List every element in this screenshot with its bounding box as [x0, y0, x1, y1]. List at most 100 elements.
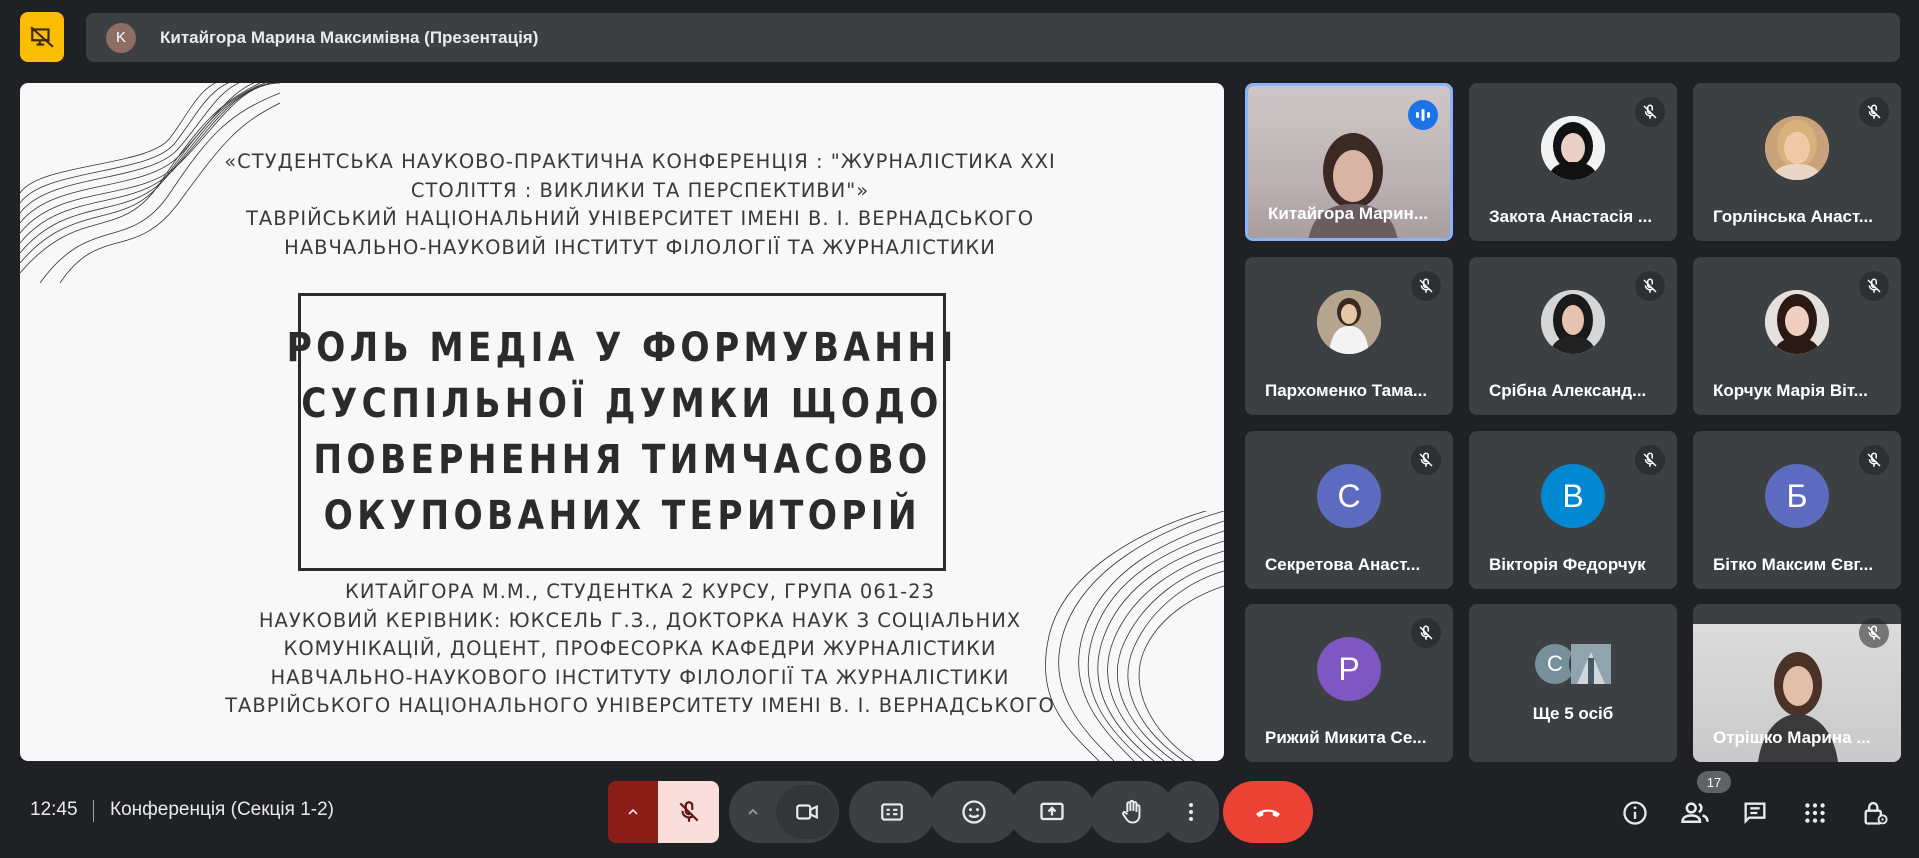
toggle-camera-button[interactable] — [775, 785, 838, 839]
participant-name: Горлінська Анаст... — [1713, 207, 1873, 226]
presenter-label: Китайгора Марина Максимівна (Презентація… — [160, 27, 539, 47]
participant-photo-avatar — [1541, 290, 1605, 354]
participant-name: Отрішко Марина ... — [1713, 728, 1871, 747]
mic-off-icon — [679, 801, 698, 822]
slide-header-line: «СТУДЕНТСЬКА НАУКОВО-ПРАКТИЧНА КОНФЕРЕНЦ… — [224, 150, 1056, 173]
slide-title-line: ОКУПОВАНИХ ТЕРИТОРІЙ — [323, 493, 921, 539]
presenter-banner: K Китайгора Марина Максимівна (Презентац… — [86, 13, 1900, 62]
slide-footer-line: НАВЧАЛЬНО-НАУКОВОГО ІНСТИТУТУ ФІЛОЛОГІЇ … — [270, 665, 1010, 689]
participant-photo-avatar — [1765, 290, 1829, 354]
slide-header: «СТУДЕНТСЬКА НАУКОВО-ПРАКТИЧНА КОНФЕРЕНЦ… — [180, 148, 1100, 262]
mic-off-icon — [1859, 445, 1889, 475]
apps-icon — [1805, 803, 1825, 823]
slide-footer-line: ТАВРІЙСЬКОГО НАЦІОНАЛЬНОГО УНІВЕРСИТЕТУ … — [225, 694, 1055, 717]
present-screen-off-icon — [30, 26, 54, 48]
chevron-up-icon — [748, 808, 758, 815]
participant-photo-avatar — [1541, 116, 1605, 180]
slide-title-box: РОЛЬ МЕДІА У ФОРМУВАННІ СУСПІЛЬНОЇ ДУМКИ… — [287, 293, 953, 571]
more-participants-tile[interactable]: С Ще 5 осіб — [1469, 604, 1677, 762]
call-end-icon — [1256, 809, 1280, 818]
participant-name: Вікторія Федорчук — [1489, 555, 1646, 574]
participant-tile[interactable]: Корчук Марія Віт... — [1693, 257, 1901, 415]
slide-footer-line: КИТАЙГОРА М.М., СТУДЕНТКА 2 КУРСУ, ГРУПА… — [345, 580, 935, 603]
divider — [93, 800, 94, 822]
more-options-button[interactable] — [1163, 781, 1219, 843]
participant-letter-avatar: В — [1541, 464, 1605, 528]
microphone-control-group — [608, 781, 719, 843]
participant-tile[interactable]: Закота Анастасія ... — [1469, 83, 1677, 241]
meeting-title: Конференція (Секція 1-2) — [110, 799, 335, 820]
participant-name: Срібна Александ... — [1489, 381, 1647, 400]
audio-settings-button[interactable] — [608, 781, 658, 843]
more-participants-avatars: С — [1469, 642, 1677, 686]
captions-button[interactable] — [849, 781, 935, 843]
video-settings-button[interactable] — [731, 781, 776, 843]
raise-hand-icon — [1122, 799, 1141, 824]
slide-title-line: СУСПІЛЬНОЇ ДУМКИ ЩОДО — [301, 381, 943, 427]
more-vert-icon — [1189, 803, 1193, 821]
meeting-details-button[interactable] — [1618, 796, 1652, 830]
participant-tile[interactable]: Пархоменко Тама... — [1245, 257, 1453, 415]
participant-letter-avatar: С — [1317, 464, 1381, 528]
participant-tile[interactable]: Горлінська Анаст... — [1693, 83, 1901, 241]
slide-title-line: РОЛЬ МЕДІА У ФОРМУВАННІ — [286, 325, 958, 371]
more-participants-label: Ще 5 осіб — [1532, 704, 1614, 723]
participant-name: Китайгора Марин... — [1268, 204, 1428, 223]
host-controls-button[interactable] — [1858, 796, 1892, 830]
participant-tile[interactable]: Срібна Александ... — [1469, 257, 1677, 415]
participant-name: Пархоменко Тама... — [1265, 381, 1428, 400]
toggle-microphone-button[interactable] — [658, 781, 719, 843]
chat-button[interactable] — [1738, 796, 1772, 830]
slide-header-line: НАВЧАЛЬНО-НАУКОВИЙ ІНСТИТУТ ФІЛОЛОГІЇ ТА… — [284, 235, 996, 259]
people-count-badge: 17 — [1697, 771, 1731, 793]
participant-tile[interactable]: Б Бітко Максим Євг... — [1693, 431, 1901, 589]
people-icon — [1681, 802, 1709, 823]
presentation-indicator-button[interactable] — [20, 12, 64, 62]
people-button[interactable] — [1678, 796, 1712, 830]
share-screen-button[interactable] — [1009, 781, 1095, 843]
info-icon — [1623, 801, 1647, 825]
participant-name: Закота Анастасія ... — [1489, 207, 1653, 226]
participant-photo-avatar — [1765, 116, 1829, 180]
mic-off-icon — [1635, 271, 1665, 301]
mic-off-icon — [1859, 97, 1889, 127]
chat-icon — [1744, 802, 1766, 824]
presentation-slide: «СТУДЕНТСЬКА НАУКОВО-ПРАКТИЧНА КОНФЕРЕНЦ… — [20, 83, 1224, 761]
participant-name: Рижий Микита Се... — [1265, 728, 1427, 747]
activities-button[interactable] — [1798, 796, 1832, 830]
participant-photo-avatar — [1317, 290, 1381, 354]
mic-off-icon — [1411, 445, 1441, 475]
leave-call-button[interactable] — [1223, 781, 1313, 843]
participant-tile[interactable]: В Вікторія Федорчук — [1469, 431, 1677, 589]
slide-header-line: СТОЛІТТЯ : ВИКЛИКИ ТА ПЕРСПЕКТИВИ"» — [410, 178, 870, 202]
participant-tile[interactable]: С Секретова Анаст... — [1245, 431, 1453, 589]
participant-letter-avatar: Р — [1317, 637, 1381, 701]
host-controls-icon — [1864, 801, 1888, 825]
participant-photo-avatar — [1569, 642, 1613, 686]
participant-tile[interactable]: Китайгора Марин... — [1245, 83, 1453, 241]
clock: 12:45 — [30, 799, 78, 820]
present-screen-icon — [1040, 802, 1064, 821]
participant-name: Корчук Марія Віт... — [1713, 381, 1868, 400]
reactions-button[interactable] — [929, 781, 1019, 843]
participant-name: Секретова Анаст... — [1265, 555, 1421, 574]
mic-off-icon — [1635, 97, 1665, 127]
mic-off-icon — [1859, 271, 1889, 301]
mic-off-icon — [1411, 271, 1441, 301]
chevron-up-icon — [628, 808, 638, 815]
slide-title-line: ПОВЕРНЕННЯ ТИМЧАСОВО — [312, 437, 932, 483]
mic-off-icon — [1411, 618, 1441, 648]
presenter-avatar: K — [106, 22, 136, 53]
videocam-icon — [795, 804, 818, 820]
mic-off-icon — [1859, 618, 1889, 648]
slide-header-line: ТАВРІЙСЬКИЙ НАЦІОНАЛЬНИЙ УНІВЕРСИТЕТ ІМЕ… — [245, 207, 1035, 230]
speaking-indicator-icon — [1408, 100, 1438, 130]
participant-tile[interactable]: Отрішко Марина ... — [1693, 604, 1901, 762]
slide-footer-line: НАУКОВИЙ КЕРІВНИК: ЮКСЕЛЬ Г.З., ДОКТОРКА… — [258, 608, 1022, 632]
slide-footer-line: КОМУНІКАЦІЙ, ДОЦЕНТ, ПРОФЕСОРКА КАФЕДРИ … — [283, 637, 997, 660]
camera-control-group — [729, 781, 839, 843]
participant-name: Бітко Максим Євг... — [1713, 555, 1874, 574]
emoji-icon — [962, 800, 986, 824]
closed-caption-icon — [881, 803, 903, 821]
participant-tile[interactable]: Р Рижий Микита Се... — [1245, 604, 1453, 762]
